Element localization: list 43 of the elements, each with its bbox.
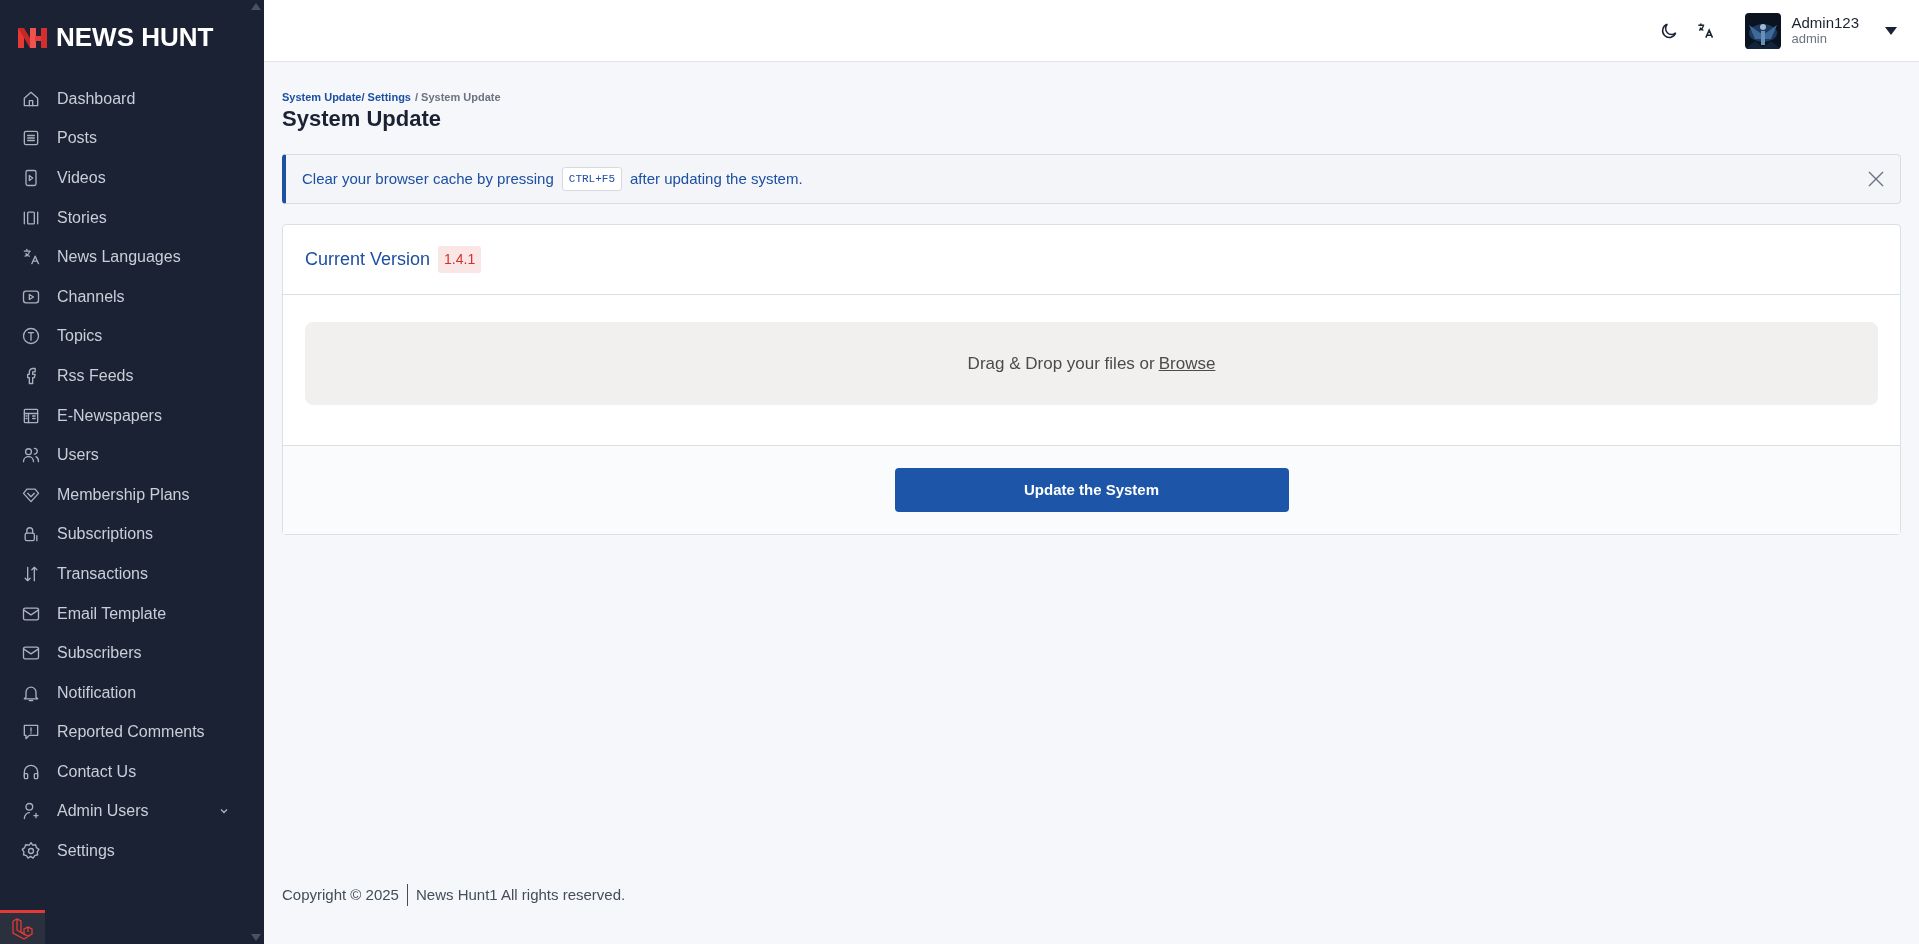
sidebar-item[interactable]: Users [0,435,264,475]
alert-text: after updating the system. [630,168,804,189]
settings-icon [21,841,41,862]
version-badge: 1.4.1 [438,245,482,273]
user-role: admin [1791,31,1828,47]
brand-name: NEWS HUNT [56,21,214,54]
sidebar-item[interactable]: Subscriptions [0,514,264,555]
sidebar-item[interactable]: Reported Comments [0,712,264,753]
sidebar-item[interactable]: Subscribers [0,633,264,673]
keyboard-shortcut: CTRL+F5 [561,166,622,192]
copyright-text: Copyright © 2025 [282,884,399,905]
sidebar-item[interactable]: Contact Us [0,752,264,792]
user-name: Admin123 [1791,14,1859,32]
sidebar-item[interactable]: Dashboard [0,79,264,119]
alert-text: Clear your browser cache by pressing [302,168,554,189]
sidebar-item[interactable]: Rss Feeds [0,356,264,396]
sidebar-item[interactable]: Notification [0,672,264,713]
framework-logo-icon[interactable] [10,917,35,940]
page-title: System Update [282,105,442,132]
breadcrumb-link[interactable]: System Update/ Settings [282,89,411,106]
close-icon[interactable] [1868,170,1884,187]
sidebar-item[interactable]: Email Template [0,593,264,634]
update-button[interactable]: Update the System [894,467,1289,512]
sidebar-item[interactable]: Admin Users [0,791,264,832]
sidebar-item[interactable]: Transactions [0,554,264,594]
sidebar-item[interactable]: Settings [0,831,264,871]
sidebar-item[interactable]: Stories [0,197,264,238]
sidebar-item[interactable]: Videos [0,158,264,198]
sidebar-item[interactable]: Channels [0,276,264,317]
dropzone-text: Drag & Drop your files or [967,352,1155,375]
sidebar-item[interactable]: Topics [0,316,264,357]
footer-text: News Hunt1 All rights reserved. [415,884,626,905]
logo-icon [18,25,48,50]
breadcrumb-current: / System Update [415,90,501,105]
caret-icon[interactable] [1885,26,1897,35]
sidebar-item[interactable]: Posts [0,118,264,159]
sidebar-item[interactable]: E-Newspapers [0,395,264,436]
browse-link[interactable]: Browse [1158,350,1216,377]
card-title: Current Version [305,247,431,271]
file-dropzone[interactable]: Drag & Drop your files or Browse [305,321,1878,405]
topic-icon [21,326,41,347]
sidebar-item[interactable]: Membership Plans [0,474,264,515]
sidebar-item[interactable]: News Languages [0,237,264,277]
